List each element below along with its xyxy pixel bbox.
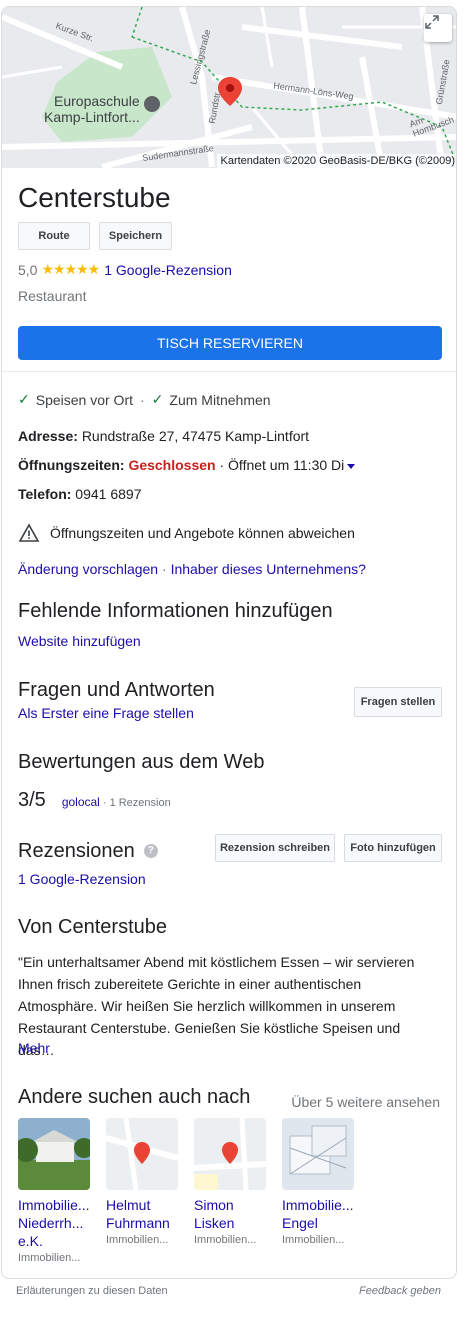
related-name: Immobilie... Engel [282, 1197, 354, 1231]
related-card[interactable]: Helmut Fuhrmann Immobilien... [106, 1118, 180, 1248]
ask-first-question-link[interactable]: Als Erster eine Frage stellen [18, 705, 194, 721]
review-count-link[interactable]: 1 Google-Rezension [104, 262, 232, 278]
related-thumbnail [18, 1118, 90, 1190]
address-label: Adresse: [18, 428, 78, 444]
business-category: Restaurant [18, 288, 87, 304]
related-thumbnail [194, 1118, 266, 1190]
help-icon[interactable]: ? [143, 844, 158, 858]
map-place-label: Europaschule [54, 93, 140, 109]
related-title: Andere suchen auch nach [18, 1086, 251, 1108]
web-review-count: · 1 Rezension [102, 797, 171, 809]
expand-map-button[interactable] [424, 14, 452, 42]
hours-label: Öffnungszeiten: [18, 457, 125, 473]
web-review-score: 3/5 [18, 789, 46, 811]
save-button[interactable]: Speichern [99, 222, 172, 250]
rating-value: 5,0 [18, 261, 38, 278]
hours-warning: Öffnungszeiten und Angebote können abwei… [18, 523, 355, 543]
feedback-link[interactable]: Feedback geben [359, 1285, 441, 1297]
edit-links: Änderung vorschlagen · Inhaber dieses Un… [18, 561, 366, 577]
knowledge-panel: Europaschule Kamp-Lintfort... Kurze Str.… [1, 6, 457, 1279]
related-category: Immobilien... [282, 1234, 345, 1246]
separator-dot: · [140, 391, 145, 408]
missing-info-title: Fehlende Informationen hinzufügen [18, 600, 333, 622]
phone-row: Telefon: 0941 6897 [18, 484, 141, 504]
phone-label: Telefon: [18, 486, 72, 502]
related-name: Helmut Fuhrmann [106, 1197, 170, 1231]
address-value[interactable]: Rundstraße 27, 47475 Kamp-Lintfort [82, 428, 309, 444]
reviews-title: Rezensionen [18, 840, 135, 862]
add-website-link[interactable]: Website hinzufügen [18, 633, 141, 649]
related-thumbnail [282, 1118, 354, 1190]
route-button[interactable]: Route [18, 222, 90, 250]
school-icon [144, 96, 160, 112]
qa-title: Fragen und Antworten [18, 679, 215, 701]
web-reviews-title: Bewertungen aus dem Web [18, 751, 265, 773]
related-name: Simon Lisken [194, 1197, 235, 1231]
reviews-header: Rezensionen ? [18, 838, 158, 864]
explain-data-link[interactable]: Erläuterungen zu diesen Daten [16, 1285, 168, 1297]
hours-status: Geschlossen [128, 457, 216, 473]
suggest-edit-link[interactable]: Änderung vorschlagen [18, 561, 158, 577]
hours-next: · Öffnet um 11:30 Di [219, 457, 345, 473]
reserve-table-button[interactable]: TISCH RESERVIEREN [18, 326, 442, 360]
address-row: Adresse: Rundstraße 27, 47475 Kamp-Lintf… [18, 426, 309, 446]
hours-row[interactable]: Öffnungszeiten: Geschlossen · Öffnet um … [18, 455, 356, 475]
dine-in-label: Speisen vor Ort [35, 391, 133, 408]
takeaway-label: Zum Mitnehmen [169, 391, 271, 408]
add-photo-button[interactable]: Foto hinzufügen [344, 834, 442, 862]
web-review-item: 3/5 golocal · 1 Rezension [18, 789, 171, 812]
map-place-label: Kamp-Lintfort... [44, 109, 140, 125]
more-link[interactable]: Mehr [18, 1040, 50, 1056]
business-title: Centerstube [18, 182, 171, 213]
warning-icon [18, 523, 40, 542]
related-name: Immobilie... Niederrh... e.K. [18, 1197, 90, 1249]
owner-link[interactable]: Inhaber dieses Unternehmens? [171, 561, 366, 577]
write-review-button[interactable]: Rezension schreiben [215, 834, 335, 862]
map[interactable]: Europaschule Kamp-Lintfort... Kurze Str.… [2, 7, 456, 168]
related-card[interactable]: Simon Lisken Immobilien... [194, 1118, 268, 1248]
web-review-source-link[interactable]: golocal [62, 795, 100, 809]
check-icon: ✓ [18, 391, 30, 407]
related-card[interactable]: Immobilie... Niederrh... e.K. Immobilien… [18, 1118, 92, 1266]
star-rating-icon: ★★★★★ [41, 261, 100, 277]
separator-dot: · [162, 561, 167, 577]
rating-row: 5,0 ★★★★★ 1 Google-Rezension [18, 261, 232, 278]
divider [2, 371, 456, 372]
related-category: Immobilien... [106, 1234, 169, 1246]
related-category: Immobilien... [194, 1234, 257, 1246]
expand-icon [425, 15, 439, 29]
ask-question-button[interactable]: Fragen stellen [354, 687, 442, 717]
service-options: ✓ Speisen vor Ort · ✓ Zum Mitnehmen [18, 391, 271, 408]
map-credit: Kartendaten ©2020 GeoBasis-DE/BKG (©2009… [217, 154, 456, 168]
related-card[interactable]: Immobilie... Engel Immobilien... [282, 1118, 356, 1248]
chevron-down-icon[interactable] [347, 463, 356, 469]
phone-value[interactable]: 0941 6897 [75, 486, 141, 502]
google-reviews-link[interactable]: 1 Google-Rezension [18, 871, 146, 887]
warning-text: Öffnungszeiten und Angebote können abwei… [50, 525, 355, 541]
related-category: Immobilien... [18, 1252, 81, 1264]
about-title: Von Centerstube [18, 916, 167, 938]
check-icon: ✓ [151, 391, 164, 407]
related-thumbnail [106, 1118, 178, 1190]
about-description: "Ein unterhaltsamer Abend mit köstlichem… [18, 954, 415, 1058]
see-more-link[interactable]: Über 5 weitere ansehen [291, 1094, 440, 1110]
